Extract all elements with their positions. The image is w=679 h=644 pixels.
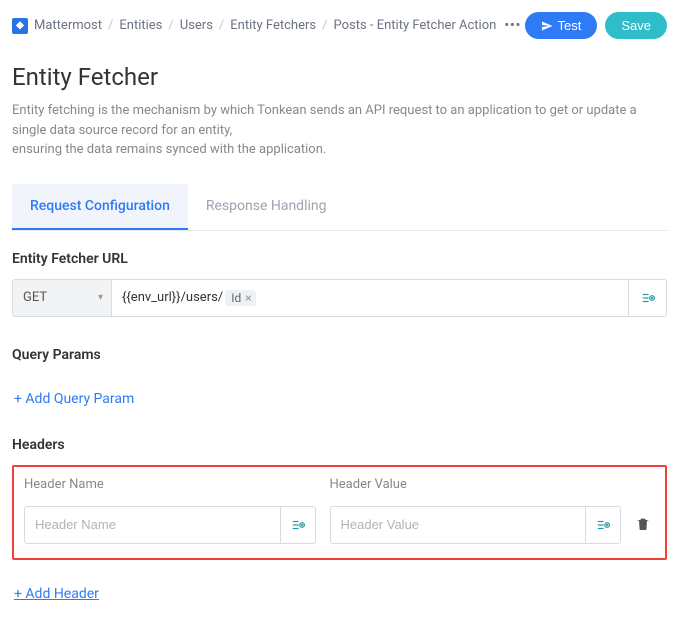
http-method-select[interactable]: GET ▾ (12, 279, 112, 317)
variable-chip[interactable]: Id × (225, 290, 255, 306)
remove-chip-icon[interactable]: × (245, 291, 251, 305)
save-button[interactable]: Save (605, 12, 667, 39)
add-query-param-button[interactable]: + Add Query Param (14, 391, 134, 407)
header-value-input[interactable] (330, 506, 586, 544)
chevron-down-icon: ▾ (98, 292, 103, 303)
header-value-label: Header Value (330, 477, 622, 492)
tabs: Request Configuration Response Handling (12, 184, 667, 231)
tab-response-handling[interactable]: Response Handling (188, 184, 345, 230)
trash-icon (635, 516, 651, 532)
breadcrumb-item[interactable]: Entity Fetchers (230, 18, 316, 33)
insert-field-icon (641, 291, 655, 305)
breadcrumb-item[interactable]: Mattermost (34, 18, 102, 33)
headers-row-highlight: Header Name Header Value (12, 465, 667, 560)
overflow-menu-icon[interactable]: ••• (502, 18, 523, 33)
query-params-label: Query Params (12, 347, 667, 363)
breadcrumb: ◆ Mattermost / Entities / Users / Entity… (12, 18, 523, 34)
header-name-input[interactable] (24, 506, 280, 544)
send-icon (541, 20, 553, 32)
test-button[interactable]: Test (525, 12, 598, 39)
header-name-label: Header Name (24, 477, 316, 492)
app-logo-icon: ◆ (12, 18, 28, 34)
delete-header-button[interactable] (635, 516, 655, 544)
page-title: Entity Fetcher (12, 63, 667, 91)
insert-variable-button[interactable] (280, 506, 316, 544)
insert-field-icon (596, 518, 610, 532)
breadcrumb-item[interactable]: Users (180, 18, 213, 33)
tab-request-configuration[interactable]: Request Configuration (12, 184, 188, 230)
insert-variable-button[interactable] (629, 279, 667, 317)
url-input[interactable]: {{env_url}}/users/ Id × (112, 279, 629, 317)
insert-variable-button[interactable] (585, 506, 621, 544)
headers-label: Headers (12, 437, 667, 453)
url-label: Entity Fetcher URL (12, 251, 667, 267)
insert-field-icon (291, 518, 305, 532)
breadcrumb-item[interactable]: Entities (119, 18, 162, 33)
page-description: Entity fetching is the mechanism by whic… (12, 101, 667, 160)
add-header-button[interactable]: + Add Header (14, 586, 99, 602)
breadcrumb-item[interactable]: Posts - Entity Fetcher Action (333, 18, 496, 33)
